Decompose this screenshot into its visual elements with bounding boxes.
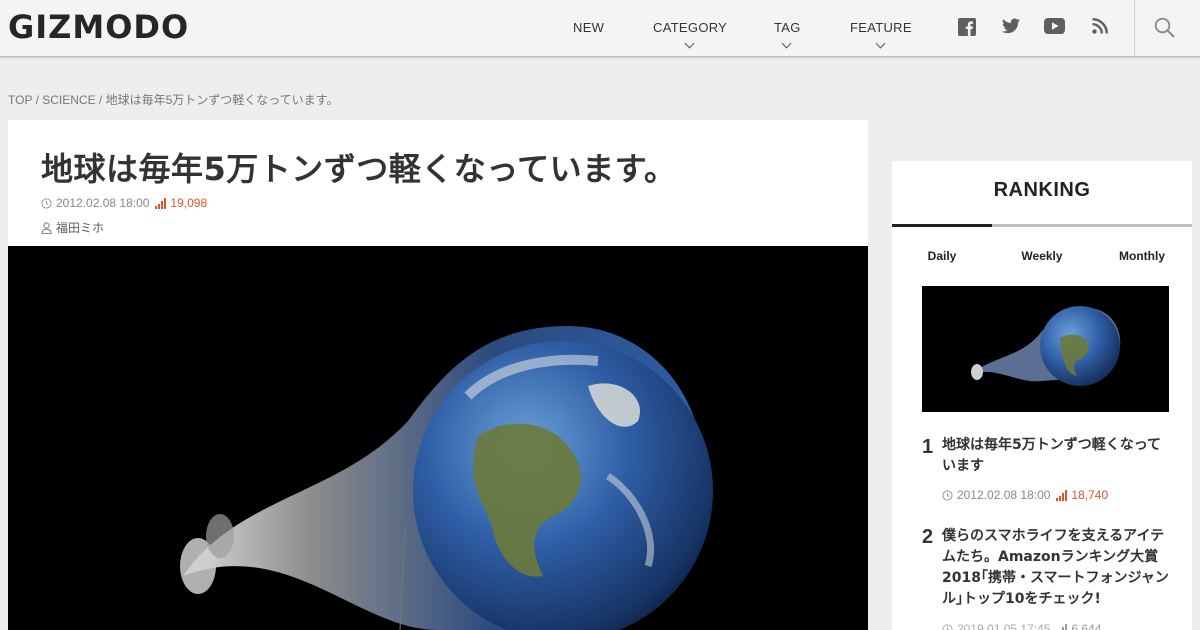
article-author: 福田ミホ bbox=[41, 219, 104, 236]
nav-feature[interactable]: FEATURE bbox=[850, 20, 912, 49]
view-count-value: 19,098 bbox=[170, 196, 208, 210]
tab-underline bbox=[992, 224, 1192, 227]
search-button[interactable] bbox=[1134, 0, 1200, 56]
tab-weekly[interactable]: Weekly bbox=[992, 249, 1092, 263]
article-meta: 2012.02.08 18:00 19,098 bbox=[41, 196, 207, 210]
facebook-icon[interactable] bbox=[958, 18, 978, 38]
nav-category[interactable]: CATEGORY bbox=[653, 20, 728, 49]
ranking-thumbnail[interactable] bbox=[922, 286, 1169, 412]
view-count-value: 6,644 bbox=[1071, 622, 1102, 630]
nav-feature-label: FEATURE bbox=[850, 20, 912, 35]
signal-bars-icon bbox=[1059, 623, 1068, 630]
nav-category-label: CATEGORY bbox=[653, 20, 728, 35]
ranking-panel: RANKING Daily Weekly Monthly 1 地球は毎年5万トン… bbox=[892, 161, 1192, 630]
youtube-icon[interactable] bbox=[1044, 18, 1065, 38]
tab-monthly[interactable]: Monthly bbox=[1092, 249, 1192, 263]
article: 地球は毎年5万トンずつ軽くなっています。 2012.02.08 18:00 19… bbox=[8, 120, 868, 630]
breadcrumb-separator: / bbox=[32, 93, 43, 107]
breadcrumb-science[interactable]: SCIENCE bbox=[42, 93, 95, 107]
chevron-down-icon bbox=[684, 38, 695, 49]
nav-new-label: NEW bbox=[573, 20, 605, 35]
twitter-icon[interactable] bbox=[1002, 18, 1022, 38]
ranking-item-meta: 2019.01.05 17:45 6,644 bbox=[942, 622, 1101, 630]
clock-icon bbox=[942, 623, 953, 630]
ranking-item-date: 2019.01.05 17:45 bbox=[957, 622, 1051, 630]
view-count: 18,740 bbox=[1056, 488, 1108, 502]
breadcrumb-current: 地球は毎年5万トンずつ軽くなっています。 bbox=[105, 93, 339, 107]
chevron-down-icon bbox=[875, 38, 886, 49]
clock-icon bbox=[942, 489, 953, 501]
view-count-value: 18,740 bbox=[1071, 488, 1109, 502]
signal-bars-icon bbox=[155, 197, 167, 209]
site-logo[interactable]: GIZMODO bbox=[8, 8, 189, 46]
rank-number: 2 bbox=[922, 526, 934, 548]
person-icon bbox=[41, 221, 52, 234]
nav-tag-label: TAG bbox=[774, 20, 801, 35]
view-count: 6,644 bbox=[1056, 622, 1101, 630]
clock-icon bbox=[41, 197, 52, 209]
ranking-item-date: 2012.02.08 18:00 bbox=[957, 488, 1051, 502]
article-title: 地球は毎年5万トンずつ軽くなっています。 bbox=[41, 150, 677, 188]
chevron-down-icon bbox=[781, 38, 792, 49]
author-link[interactable]: 福田ミホ bbox=[56, 219, 104, 236]
ranking-item-meta: 2012.02.08 18:00 18,740 bbox=[942, 488, 1108, 502]
ranking-title: RANKING bbox=[993, 179, 1091, 201]
search-icon bbox=[1154, 17, 1175, 38]
view-count: 19,098 bbox=[155, 196, 207, 210]
rank-number: 1 bbox=[922, 436, 934, 458]
rss-icon[interactable] bbox=[1092, 18, 1112, 38]
nav-tag[interactable]: TAG bbox=[774, 20, 801, 49]
tab-underline-active bbox=[892, 224, 992, 227]
site-header: GIZMODO NEW CATEGORY TAG FEATURE bbox=[0, 0, 1200, 57]
signal-bars-icon bbox=[1056, 489, 1068, 501]
article-date: 2012.02.08 18:00 bbox=[56, 196, 150, 210]
nav-new[interactable]: NEW bbox=[573, 20, 604, 35]
breadcrumb-top[interactable]: TOP bbox=[8, 93, 32, 107]
tab-daily[interactable]: Daily bbox=[892, 249, 992, 263]
ranking-item-title[interactable]: 地球は毎年5万トンずつ軽くなっています bbox=[942, 435, 1170, 477]
ranking-item-title[interactable]: 僕らのスマホライフを支えるアイテムたち。Amazonランキング大賞2018｢携帯… bbox=[942, 526, 1170, 610]
breadcrumb-separator: / bbox=[95, 93, 106, 107]
breadcrumb: TOP / SCIENCE / 地球は毎年5万トンずつ軽くなっています。 bbox=[8, 91, 339, 108]
hero-image bbox=[8, 246, 868, 630]
